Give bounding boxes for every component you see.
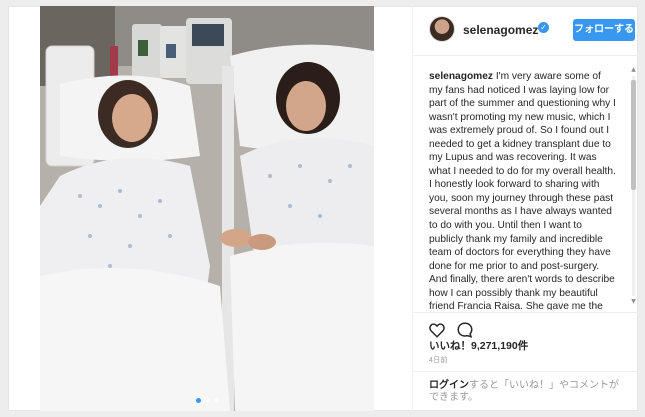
post-side-panel: selenagomez ✓ フォローする selenagomez I'm ver… <box>412 6 639 411</box>
scroll-up-arrow-icon[interactable]: ▲ <box>630 66 637 74</box>
login-prompt: ログインすると「いいね！」やコメントができます。 <box>413 371 639 411</box>
scroll-thumb[interactable] <box>631 80 636 190</box>
caption-scrollbar[interactable]: ▲ ▼ <box>630 66 637 306</box>
heart-icon[interactable] <box>428 321 446 339</box>
follow-button[interactable]: フォローする <box>573 19 635 41</box>
caption-text: I'm very aware some of my fans had notic… <box>429 71 616 310</box>
like-count[interactable]: いいね！9,271,190件 <box>429 338 528 353</box>
caption: selenagomez I'm very aware some of my fa… <box>429 70 617 310</box>
carousel-dot[interactable] <box>195 398 201 403</box>
scroll-down-arrow-icon[interactable]: ▼ <box>630 298 637 306</box>
username-link[interactable]: selenagomez <box>463 23 538 37</box>
login-prompt-text: ログインすると「いいね！」やコメントができます。 <box>429 380 625 404</box>
post-header: selenagomez ✓ フォローする <box>413 6 639 56</box>
post-timestamp[interactable]: 4日前 <box>429 355 448 365</box>
comment-bubble-icon[interactable] <box>456 321 474 339</box>
login-link[interactable]: ログイン <box>429 380 469 391</box>
carousel-dot[interactable] <box>213 398 219 403</box>
carousel-dot[interactable] <box>204 398 210 403</box>
verified-badge-icon: ✓ <box>538 22 549 33</box>
caption-username[interactable]: selenagomez <box>429 71 493 82</box>
carousel-indicator <box>40 398 374 403</box>
hospital-photo-illustration <box>40 6 374 411</box>
avatar[interactable] <box>429 16 455 42</box>
caption-area[interactable]: selenagomez I'm very aware some of my fa… <box>413 62 639 310</box>
post-photo[interactable] <box>40 6 374 411</box>
